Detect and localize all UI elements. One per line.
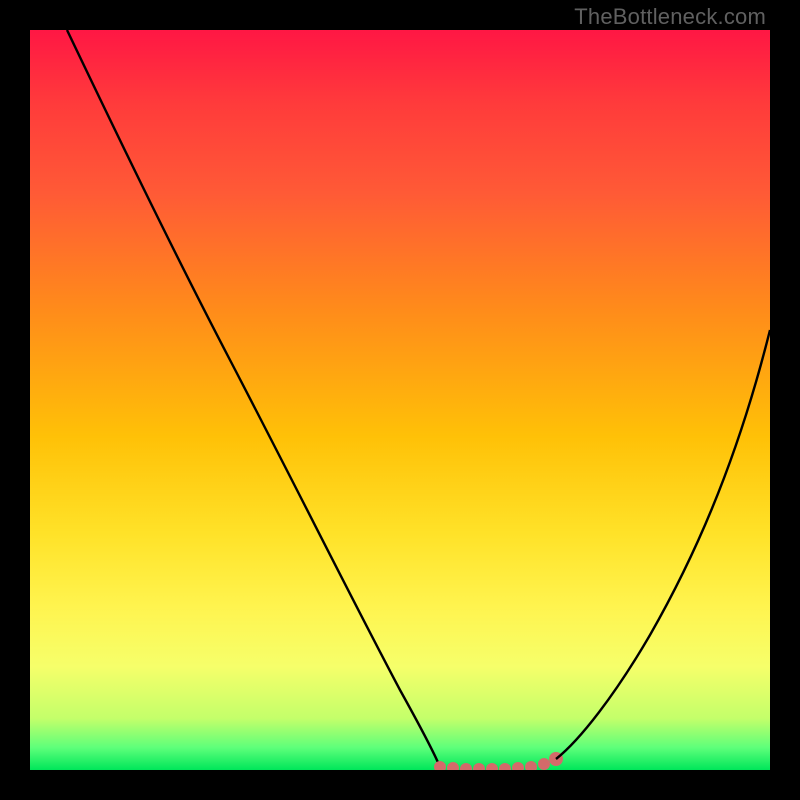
right-curve — [556, 330, 770, 759]
chart-frame: TheBottleneck.com — [0, 0, 800, 800]
watermark-text: TheBottleneck.com — [574, 4, 766, 30]
valley-dots — [434, 752, 563, 770]
plot-area — [30, 30, 770, 770]
left-curve — [67, 30, 440, 767]
curve-layer — [30, 30, 770, 770]
